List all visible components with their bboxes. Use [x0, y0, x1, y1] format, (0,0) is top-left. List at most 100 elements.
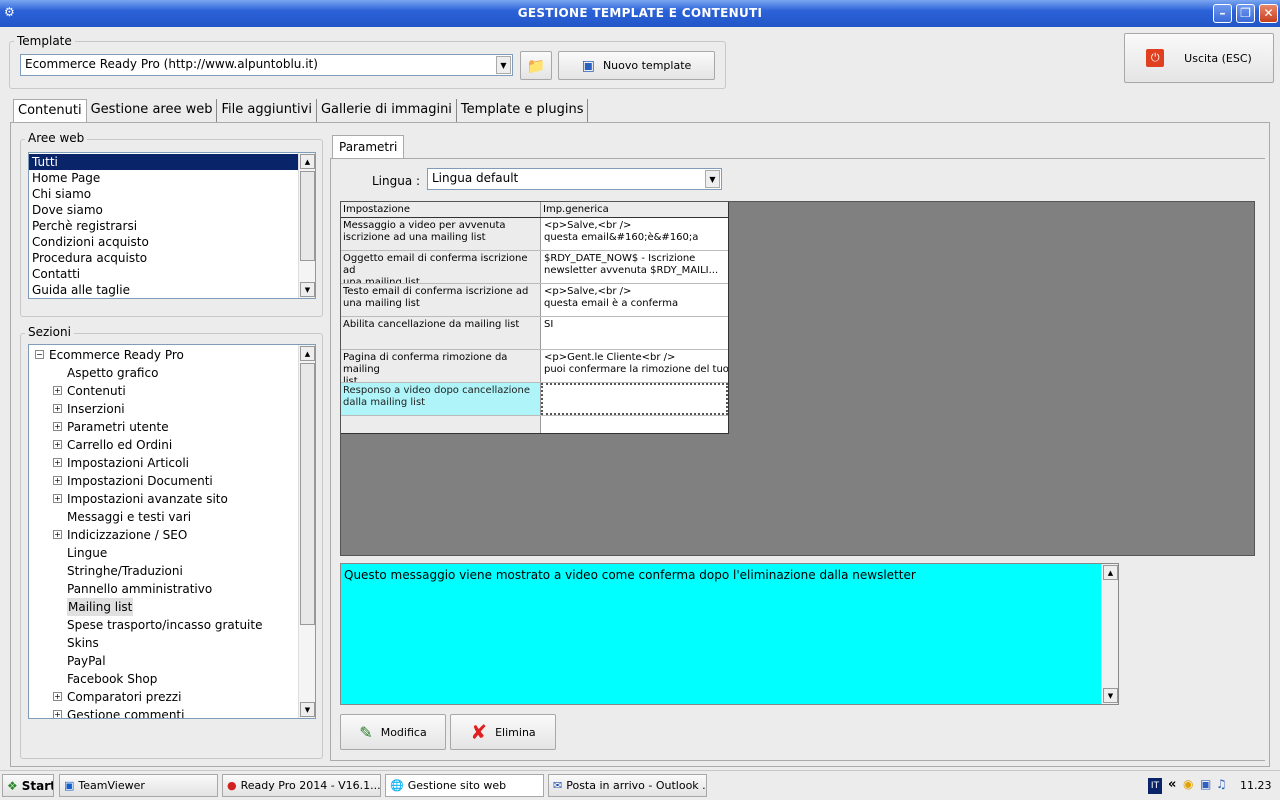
- taskbar-item-outlook[interactable]: ✉ Posta in arrivo - Outlook ...: [548, 774, 707, 797]
- lingua-select[interactable]: Lingua default ▼: [427, 168, 722, 190]
- tab-template-e-plugins[interactable]: Template e plugins: [457, 99, 589, 122]
- close-button[interactable]: ✕: [1259, 4, 1278, 23]
- memo-scrollbar[interactable]: ▲ ▼: [1101, 564, 1118, 704]
- expand-icon[interactable]: +: [53, 476, 62, 485]
- expand-icon[interactable]: +: [53, 458, 62, 467]
- expand-icon[interactable]: +: [53, 530, 62, 539]
- list-item[interactable]: Home Page: [29, 170, 298, 186]
- tree-node[interactable]: Skins: [29, 634, 298, 652]
- scroll-down-icon[interactable]: ▼: [300, 282, 315, 297]
- tab-contenuti[interactable]: Contenuti: [13, 99, 87, 122]
- scroll-up-icon[interactable]: ▲: [1103, 565, 1118, 580]
- template-select[interactable]: Ecommerce Ready Pro (http://www.alpuntob…: [20, 54, 513, 76]
- cell-line: Testo email di conferma iscrizione ad: [343, 286, 529, 297]
- volume-icon[interactable]: ♫: [1216, 777, 1227, 791]
- exit-button[interactable]: ⏻ Uscita (ESC): [1124, 33, 1274, 83]
- cell-line: $RDY_DATE_NOW$ - Iscrizione: [544, 253, 696, 264]
- window-title: GESTIONE TEMPLATE E CONTENUTI: [517, 6, 763, 20]
- expand-icon[interactable]: +: [53, 440, 62, 449]
- setting-value-cell[interactable]: $RDY_DATE_NOW$ - Iscrizione newsletter av…: [541, 251, 728, 283]
- scroll-thumb[interactable]: [300, 171, 315, 261]
- tree-node[interactable]: + Impostazioni Documenti: [29, 472, 298, 490]
- tray-expand-icon[interactable]: «: [1168, 777, 1176, 792]
- table-row[interactable]: Responso a video dopo cancellazione dalla…: [341, 383, 728, 416]
- tree-node[interactable]: + Impostazioni avanzate sito: [29, 490, 298, 508]
- tree-node[interactable]: Pannello amministrativo: [29, 580, 298, 598]
- new-template-button[interactable]: ▣ Nuovo template: [558, 51, 715, 80]
- tree-node[interactable]: PayPal: [29, 652, 298, 670]
- tree-node[interactable]: + Carrello ed Ordini: [29, 436, 298, 454]
- expand-icon[interactable]: +: [53, 494, 62, 503]
- tree-node-label: Facebook Shop: [67, 672, 158, 686]
- tree-node[interactable]: + Comparatori prezzi: [29, 688, 298, 706]
- network-icon[interactable]: ▣: [1200, 777, 1211, 791]
- tree-node[interactable]: Spese trasporto/incasso gratuite: [29, 616, 298, 634]
- table-row[interactable]: Messaggio a video per avvenuta iscrizione…: [341, 218, 728, 251]
- dropdown-arrow-icon[interactable]: ▼: [496, 56, 511, 74]
- expand-icon[interactable]: +: [53, 710, 62, 718]
- tree-root-node[interactable]: − Ecommerce Ready Pro: [29, 346, 298, 364]
- list-item[interactable]: Tutti: [29, 154, 298, 170]
- table-row[interactable]: Testo email di conferma iscrizione ad una…: [341, 284, 728, 317]
- collapse-icon[interactable]: −: [35, 350, 44, 359]
- list-item[interactable]: Chi siamo: [29, 186, 298, 202]
- language-indicator[interactable]: IT: [1148, 778, 1162, 794]
- tree-node[interactable]: + Inserzioni: [29, 400, 298, 418]
- expand-icon[interactable]: +: [53, 422, 62, 431]
- scroll-down-icon[interactable]: ▼: [1103, 688, 1118, 703]
- dropdown-arrow-icon[interactable]: ▼: [705, 170, 720, 188]
- scroll-up-icon[interactable]: ▲: [300, 154, 315, 169]
- tree-node[interactable]: + Impostazioni Articoli: [29, 454, 298, 472]
- tree-node[interactable]: + Indicizzazione / SEO: [29, 526, 298, 544]
- tree-node[interactable]: Messaggi e testi vari: [29, 508, 298, 526]
- tree-node[interactable]: Stringhe/Traduzioni: [29, 562, 298, 580]
- scroll-thumb[interactable]: [300, 363, 315, 625]
- expand-icon[interactable]: +: [53, 404, 62, 413]
- list-item[interactable]: Dove siamo: [29, 202, 298, 218]
- list-item[interactable]: Guida alle taglie: [29, 282, 298, 298]
- list-item[interactable]: Contatti: [29, 266, 298, 282]
- description-memo[interactable]: Questo messaggio viene mostrato a video …: [340, 563, 1119, 705]
- taskbar-item-ready-pro[interactable]: ● Ready Pro 2014 - V16.1...: [222, 774, 381, 797]
- expand-icon[interactable]: +: [53, 386, 62, 395]
- table-row[interactable]: Oggetto email di conferma iscrizione ad u…: [341, 251, 728, 284]
- taskbar-item-gestione-sito[interactable]: 🌐 Gestione sito web: [385, 774, 544, 797]
- list-item[interactable]: Condizioni acquisto: [29, 234, 298, 250]
- tree-node[interactable]: Mailing list: [29, 598, 298, 616]
- table-row[interactable]: Abilita cancellazione da mailing list SI: [341, 317, 728, 350]
- scroll-up-icon[interactable]: ▲: [300, 346, 315, 361]
- sezioni-scrollbar[interactable]: ▲ ▼: [298, 345, 315, 718]
- tray-icon[interactable]: ◉: [1183, 777, 1193, 791]
- tree-node[interactable]: + Contenuti: [29, 382, 298, 400]
- table-row[interactable]: Pagina di conferma rimozione da mailing l…: [341, 350, 728, 383]
- scroll-down-icon[interactable]: ▼: [300, 702, 315, 717]
- tree-node[interactable]: Facebook Shop: [29, 670, 298, 688]
- modifica-button[interactable]: ✎ Modifica: [340, 714, 446, 750]
- setting-value-cell[interactable]: <p>Salve,<br /> questa email&#160;è&#160;…: [541, 218, 728, 250]
- open-folder-button[interactable]: 📁: [520, 51, 552, 80]
- tree-node[interactable]: Aspetto grafico: [29, 364, 298, 382]
- elimina-button[interactable]: ✘ Elimina: [450, 714, 556, 750]
- minimize-button[interactable]: –: [1213, 4, 1232, 23]
- taskbar-item-label: Gestione sito web: [407, 779, 507, 792]
- tab-gallerie-di-immagini[interactable]: Gallerie di immagini: [317, 99, 457, 122]
- tab-parametri[interactable]: Parametri: [332, 135, 405, 158]
- tree-node[interactable]: + Gestione commenti: [29, 706, 298, 719]
- setting-value-cell[interactable]: <p>Salve,<br /> questa email è a conferma: [541, 284, 728, 316]
- setting-value-cell[interactable]: <p>Gent.le Cliente<br /> puoi confermare …: [541, 350, 728, 382]
- setting-value-cell[interactable]: [541, 383, 728, 415]
- tab-file-aggiuntivi[interactable]: File aggiuntivi: [217, 99, 317, 122]
- list-item[interactable]: Perchè registrarsi: [29, 218, 298, 234]
- restore-button[interactable]: ❐: [1236, 4, 1255, 23]
- tree-node-label: Gestione commenti: [67, 708, 185, 719]
- column-header-impostazione: Impostazione: [341, 202, 541, 217]
- aree-web-scrollbar[interactable]: ▲ ▼: [298, 153, 315, 298]
- setting-value-cell[interactable]: SI: [541, 317, 728, 349]
- taskbar-item-teamviewer[interactable]: ▣ TeamViewer: [59, 774, 218, 797]
- tab-gestione-aree-web[interactable]: Gestione aree web: [87, 99, 218, 122]
- list-item[interactable]: Procedura acquisto: [29, 250, 298, 266]
- start-button[interactable]: ❖ Start: [2, 774, 54, 797]
- tree-node[interactable]: Lingue: [29, 544, 298, 562]
- expand-icon[interactable]: +: [53, 692, 62, 701]
- tree-node[interactable]: + Parametri utente: [29, 418, 298, 436]
